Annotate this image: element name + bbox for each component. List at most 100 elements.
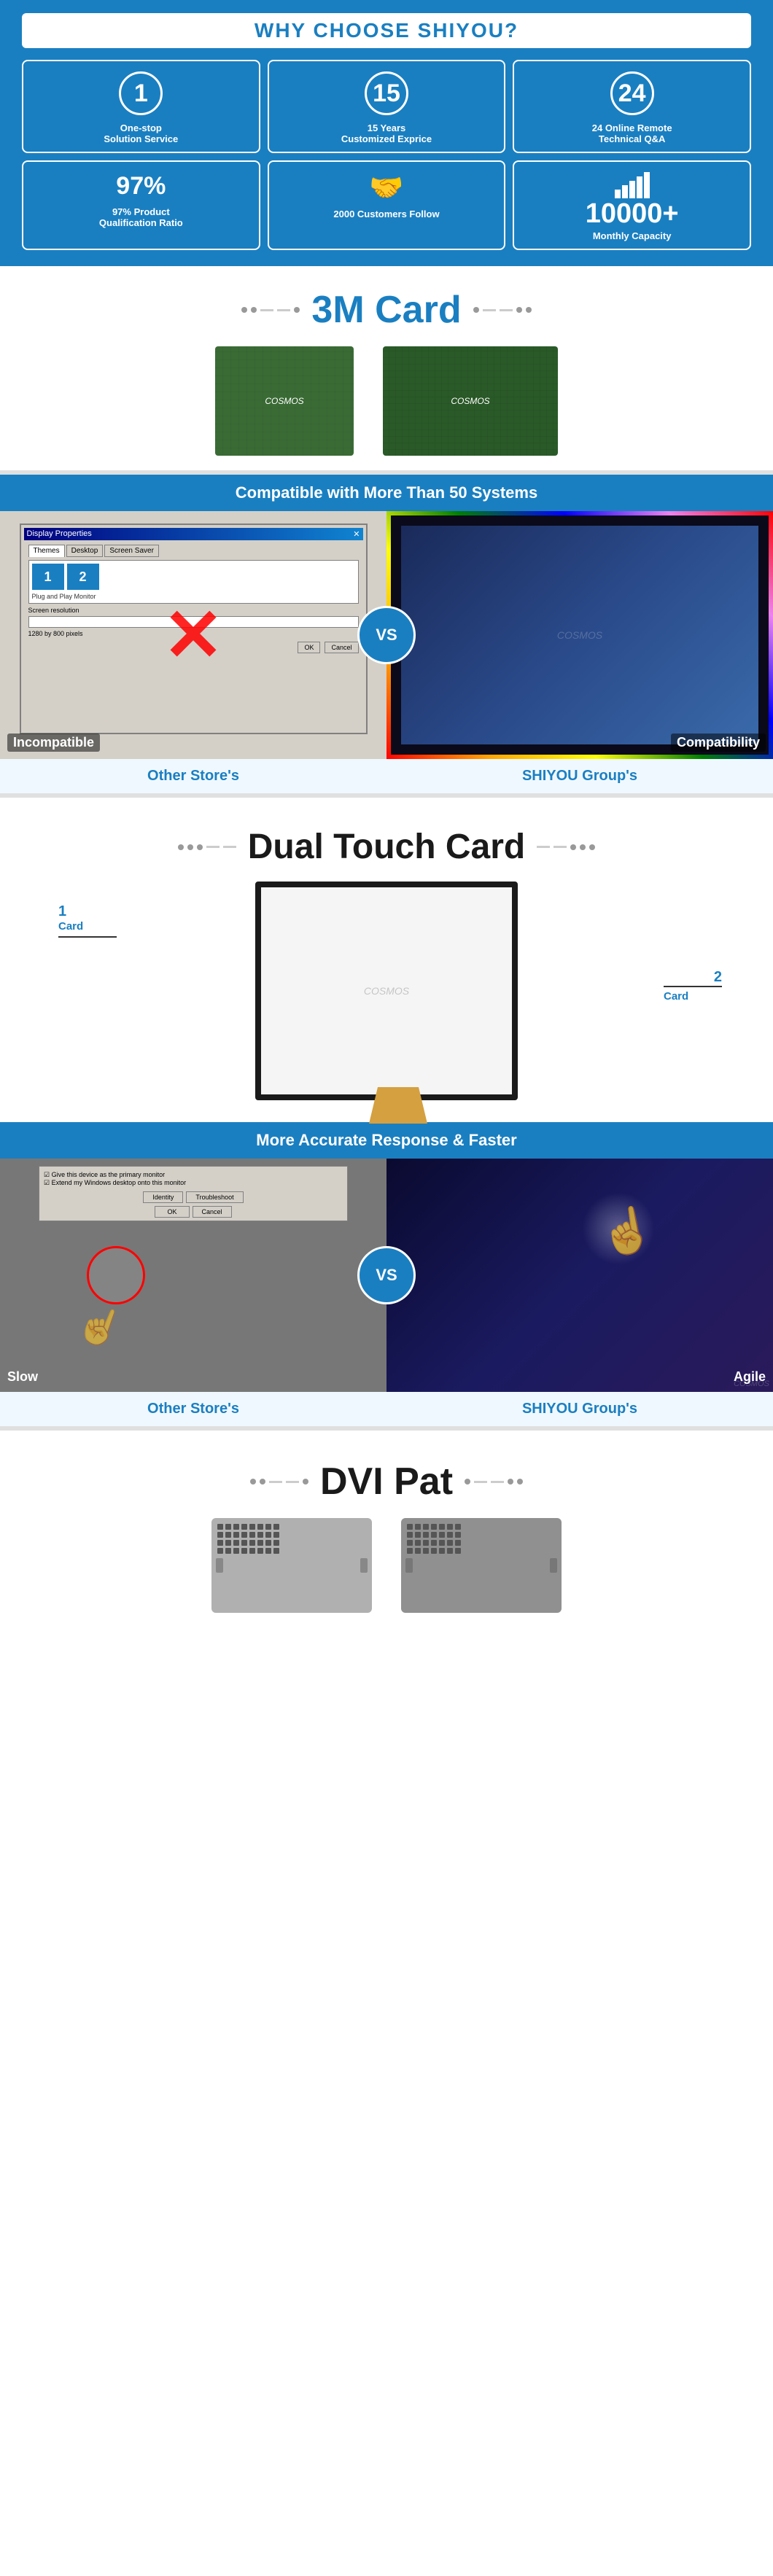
pin [217,1532,223,1538]
dvi-section: DVI Pat [0,1431,773,1627]
pin [407,1548,413,1554]
dash [483,309,496,311]
pcb-board-1: COSMOS [215,346,354,456]
why-card-2000: 🤝 2000 Customers Follow [268,160,506,250]
slow-label: Slow [7,1369,38,1385]
cancel-button[interactable]: Cancel [325,642,358,653]
why-card-1stop: 1 One-stop Solution Service [22,60,260,153]
card2-annotation: 2 Card [664,969,722,1003]
dot [250,1479,256,1484]
bar-4 [637,176,642,198]
store-labels-2: Other Store's SHIYOU Group's [0,1392,773,1426]
rgb-monitor-sim: COSMOS Compatibility [386,511,773,759]
pin [455,1532,461,1538]
dot [473,307,479,313]
bar-1 [615,190,621,198]
pin [217,1524,223,1530]
why-number-15: 15 [365,71,408,115]
pin [415,1524,421,1530]
dot [516,307,522,313]
pin [423,1540,429,1546]
dot [241,307,247,313]
troubleshoot-btn[interactable]: Troubleshoot [186,1191,243,1203]
identify-btn[interactable]: Identity [143,1191,183,1203]
dot-line-right [473,307,532,313]
dot-line-right-dvi [465,1479,523,1484]
pin [455,1548,461,1554]
pin [431,1540,437,1546]
pin [273,1524,279,1530]
pin [217,1540,223,1546]
dual-title: Dual Touch Card [248,827,525,867]
tab-themes[interactable]: Themes [28,545,65,557]
pin [233,1540,239,1546]
finger-icon-right: ☝ [595,1201,658,1261]
dialog-close-btn[interactable]: ✕ [353,529,360,539]
flex-ribbon [369,1087,427,1124]
vs-text-2: VS [376,1266,397,1285]
card2-label: Card [664,990,688,1003]
pin [265,1540,271,1546]
pcb-cards-row: COSMOS COSMOS [15,346,758,456]
pin-row [217,1524,366,1530]
pin [249,1532,255,1538]
pin [249,1548,255,1554]
cosmos-label-2: COSMOS [451,396,489,406]
pin [415,1532,421,1538]
monitor-box-row: 1 2 [32,564,355,590]
why-label-15years: 15 Years Customized Exprice [341,122,432,144]
pin [257,1548,263,1554]
dot [260,1479,265,1484]
why-label-10000: Monthly Capacity [593,230,672,241]
vs2-left: ☑ Give this device as the primary monito… [0,1159,386,1392]
why-card-24online: 24 24 Online Remote Technical Q&A [513,60,751,153]
why-number-24: 24 [610,71,654,115]
pin [431,1532,437,1538]
shiyou-store-label: SHIYOU Group's [386,759,773,793]
why-label-2000: 2000 Customers Follow [333,209,439,219]
dot [526,307,532,313]
dot [178,844,184,850]
pin [431,1524,437,1530]
touch-frame: COSMOS [255,882,518,1100]
vs-right: COSMOS Compatibility [386,511,773,759]
vs-left: Display Properties ✕ Themes Desktop Scre… [0,511,386,759]
pin [257,1524,263,1530]
dash [491,1481,504,1483]
dash [260,309,273,311]
pin [225,1548,231,1554]
slow-cancel-btn[interactable]: Cancel [193,1206,232,1218]
other-store-label: Other Store's [0,759,386,793]
dot [517,1479,523,1484]
touch-diagram: 1 Card COSMOS 2 Card [15,882,758,1100]
card1-line [58,936,117,938]
dialog-title-text: Display Properties [27,529,92,539]
dot [303,1479,308,1484]
agile-screen: ☝ Agile COSMOS [386,1159,773,1392]
tab-screensaver[interactable]: Screen Saver [104,545,159,557]
dvi-title-row: DVI Pat [15,1460,758,1503]
section-3m: 3M Card COSMOS COSMOS [0,266,773,470]
tab-desktop[interactable]: Desktop [66,545,104,557]
pin-row [407,1548,556,1554]
ok-button[interactable]: OK [298,642,320,653]
dot-line-left [241,307,300,313]
why-label-1stop: One-stop Solution Service [104,122,178,144]
pin [241,1524,247,1530]
handshake-icon: 🤝 [369,172,403,204]
pin [233,1524,239,1530]
pin [249,1540,255,1546]
why-card-10000: 10000+ Monthly Capacity [513,160,751,250]
pin [273,1532,279,1538]
pcb-board-2: COSMOS [383,346,558,456]
pin-row [217,1548,366,1554]
dash [474,1481,487,1483]
slow-ok-btn[interactable]: OK [155,1206,189,1218]
pin-row [407,1524,556,1530]
pin-row [217,1532,366,1538]
pin [455,1540,461,1546]
bar-3 [629,181,635,198]
dash [537,846,550,848]
why-card-97: 97% 97% Product Qualification Ratio [22,160,260,250]
dvi-connector-2 [401,1518,562,1613]
